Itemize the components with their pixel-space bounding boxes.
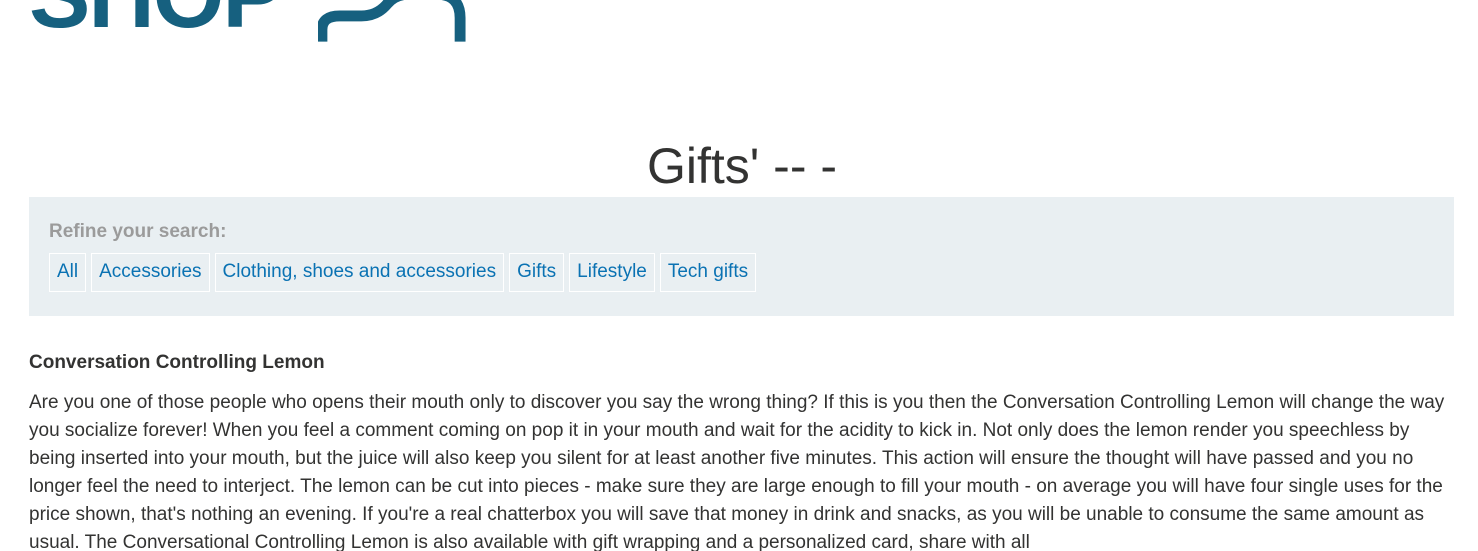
filter-heading: Refine your search: [49, 221, 227, 242]
filter-link-all[interactable]: All [49, 253, 87, 292]
filter-list: All Accessories Clothing, shoes and acce… [49, 253, 757, 292]
page-title: Gifts' -- - [646, 137, 838, 194]
logo-mark-icon [318, 0, 466, 42]
page: SHOP Gifts' -- - Refine your search: All… [0, 0, 1478, 551]
product-title: Conversation Controlling Lemon [29, 352, 325, 373]
filter-panel: Refine your search: All Accessories Clot… [29, 197, 1454, 316]
filter-link-tech-gifts[interactable]: Tech gifts [659, 253, 757, 292]
shop-logo[interactable]: SHOP [29, 0, 282, 42]
filter-link-accessories[interactable]: Accessories [91, 253, 210, 292]
product-description: Are you one of those people who opens th… [29, 392, 1445, 551]
logo-text: SHOP [29, 0, 282, 42]
filter-link-gifts[interactable]: Gifts [509, 253, 565, 292]
filter-link-clothing[interactable]: Clothing, shoes and accessories [214, 253, 505, 292]
filter-link-lifestyle[interactable]: Lifestyle [569, 253, 655, 292]
product-item: Conversation Controlling Lemon Are you o… [29, 351, 1454, 551]
